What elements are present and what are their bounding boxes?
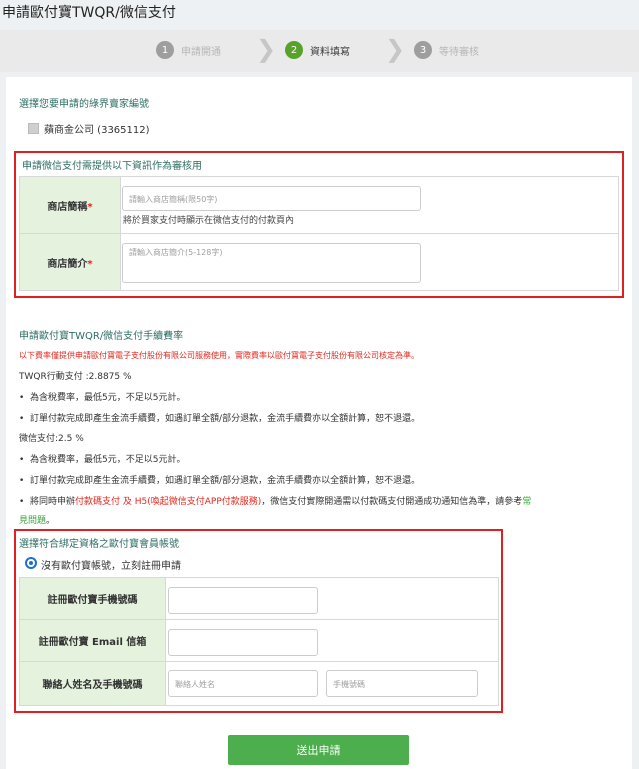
step-2-number: 2 xyxy=(285,41,303,59)
contact-name-input[interactable]: 聯絡人姓名 xyxy=(168,670,318,697)
submit-button[interactable]: 送出申請 xyxy=(228,735,409,765)
contact-phone-input[interactable]: 手機號碼 xyxy=(326,670,478,697)
email-label: 註冊歐付寶 Email 信箱 xyxy=(19,619,166,662)
store-name-label: 商店簡稱* xyxy=(19,176,121,234)
faq-link-cont[interactable]: 見問題 xyxy=(19,516,46,526)
chevron-right-icon: ❯ xyxy=(256,35,277,63)
store-intro-textarea[interactable]: 請輸入商店簡介(5-128字) xyxy=(122,243,421,283)
fee-note: 以下費率僅提供申請歐付寶電子支付股份有限公司服務使用，實際費率以歐付寶電子支付股… xyxy=(19,351,419,360)
step-1-label: 申請開通 xyxy=(181,46,221,58)
wechat-bullet-2: • 訂單付款完成即產生金流手續費，如遇訂單全額/部分退款，金流手續費亦以全額計算… xyxy=(19,476,421,486)
service-link[interactable]: 付款碼支付 及 H5(喚起微信支付APP付款服務) xyxy=(75,497,261,507)
twqr-bullet-1: • 為含稅費率，最低5元，不足以5元計。 xyxy=(19,393,186,403)
fee-section-title: 申請歐付寶TWQR/微信支付手續費率 xyxy=(19,331,184,342)
twqr-bullet-2: • 訂單付款完成即產生金流手續費，如遇訂單全額/部分退款，金流手續費亦以全額計算… xyxy=(19,414,421,424)
step-1: 1 申請開通 xyxy=(156,39,221,61)
store-name-input[interactable]: 請輸入商店簡稱(限50字) xyxy=(122,186,421,211)
step-2-label: 資料填寫 xyxy=(310,46,350,58)
step-indicator: 1 申請開通 ❯ 2 資料填寫 ❯ 3 等待審核 xyxy=(0,30,639,72)
phone-input[interactable] xyxy=(168,587,318,614)
wechat-rate: 微信支付:2.5 % xyxy=(19,434,84,444)
store-intro-label: 商店簡介* xyxy=(19,233,121,291)
member-section-title: 選擇符合綁定資格之歐付寶會員帳號 xyxy=(19,539,179,550)
step-2: 2 資料填寫 xyxy=(285,39,350,61)
faq-link[interactable]: 常 xyxy=(522,497,531,507)
store-name-hint: 將於買家支付時顯示在微信支付的付款頁內 xyxy=(123,216,295,226)
wechat-bullet-3: • 將同時申辦付款碼支付 及 H5(喚起微信支付APP付款服務)，微信支付實際開… xyxy=(19,497,532,526)
account-label: 蘋商金公司 (3365112) xyxy=(44,125,150,136)
step-3: 3 等待審核 xyxy=(414,39,479,61)
twqr-rate: TWQR行動支付 :2.8875 % xyxy=(19,372,132,382)
phone-label: 註冊歐付寶手機號碼 xyxy=(19,577,166,620)
no-account-radio[interactable] xyxy=(25,557,37,569)
account-section-title: 選擇您要申請的綠界賣家編號 xyxy=(19,99,149,110)
wechat-section-title: 申請微信支付需提供以下資訊作為審核用 xyxy=(22,161,202,172)
chevron-right-icon: ❯ xyxy=(385,35,406,63)
email-input[interactable] xyxy=(168,629,318,656)
step-3-label: 等待審核 xyxy=(439,46,479,58)
step-3-number: 3 xyxy=(414,41,432,59)
account-checkbox[interactable] xyxy=(28,123,39,134)
no-account-radio-label: 沒有歐付寶帳號，立刻註冊申請 xyxy=(41,561,181,572)
window-title: 申請歐付寶TWQR/微信支付 xyxy=(0,0,639,30)
contact-label: 聯絡人姓名及手機號碼 xyxy=(19,661,166,706)
wechat-bullet-1: • 為含稅費率，最低5元，不足以5元計。 xyxy=(19,455,186,465)
step-1-number: 1 xyxy=(156,41,174,59)
